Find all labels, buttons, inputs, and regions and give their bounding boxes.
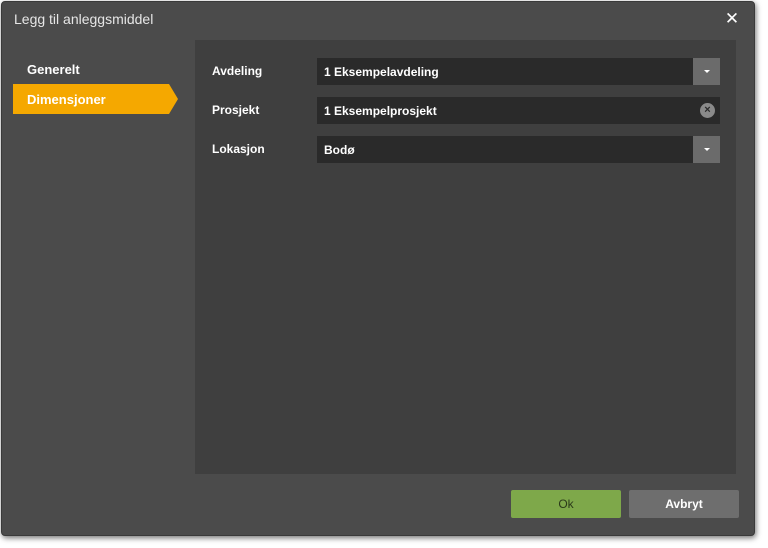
avdeling-value: 1 Eksempelavdeling <box>324 64 439 79</box>
nav-item-label: Generelt <box>27 61 80 77</box>
lokasjon-dropdown-button[interactable] <box>693 136 720 163</box>
clear-icon[interactable]: × <box>700 103 715 118</box>
lokasjon-value: Bodø <box>324 142 355 157</box>
nav-item-label: Dimensjoner <box>27 91 106 107</box>
lokasjon-select[interactable]: Bodø <box>317 136 720 163</box>
ok-button[interactable]: Ok <box>511 490 621 518</box>
nav-item-generelt[interactable]: Generelt <box>13 54 169 84</box>
close-icon[interactable]: ✕ <box>722 9 742 29</box>
lokasjon-label: Lokasjon <box>212 142 265 156</box>
prosjekt-value: 1 Eksempelprosjekt <box>324 103 437 118</box>
avdeling-label: Avdeling <box>212 64 263 78</box>
cancel-button[interactable]: Avbryt <box>629 490 739 518</box>
chevron-down-icon <box>703 70 710 73</box>
prosjekt-select[interactable]: 1 Eksempelprosjekt × <box>317 97 720 124</box>
avdeling-dropdown-button[interactable] <box>693 58 720 85</box>
nav-item-dimensjoner[interactable]: Dimensjoner <box>13 84 178 114</box>
chevron-down-icon <box>703 148 710 151</box>
dialog-title: Legg til anleggsmiddel <box>14 11 154 27</box>
avdeling-select[interactable]: 1 Eksempelavdeling <box>317 58 720 85</box>
prosjekt-label: Prosjekt <box>212 103 260 117</box>
